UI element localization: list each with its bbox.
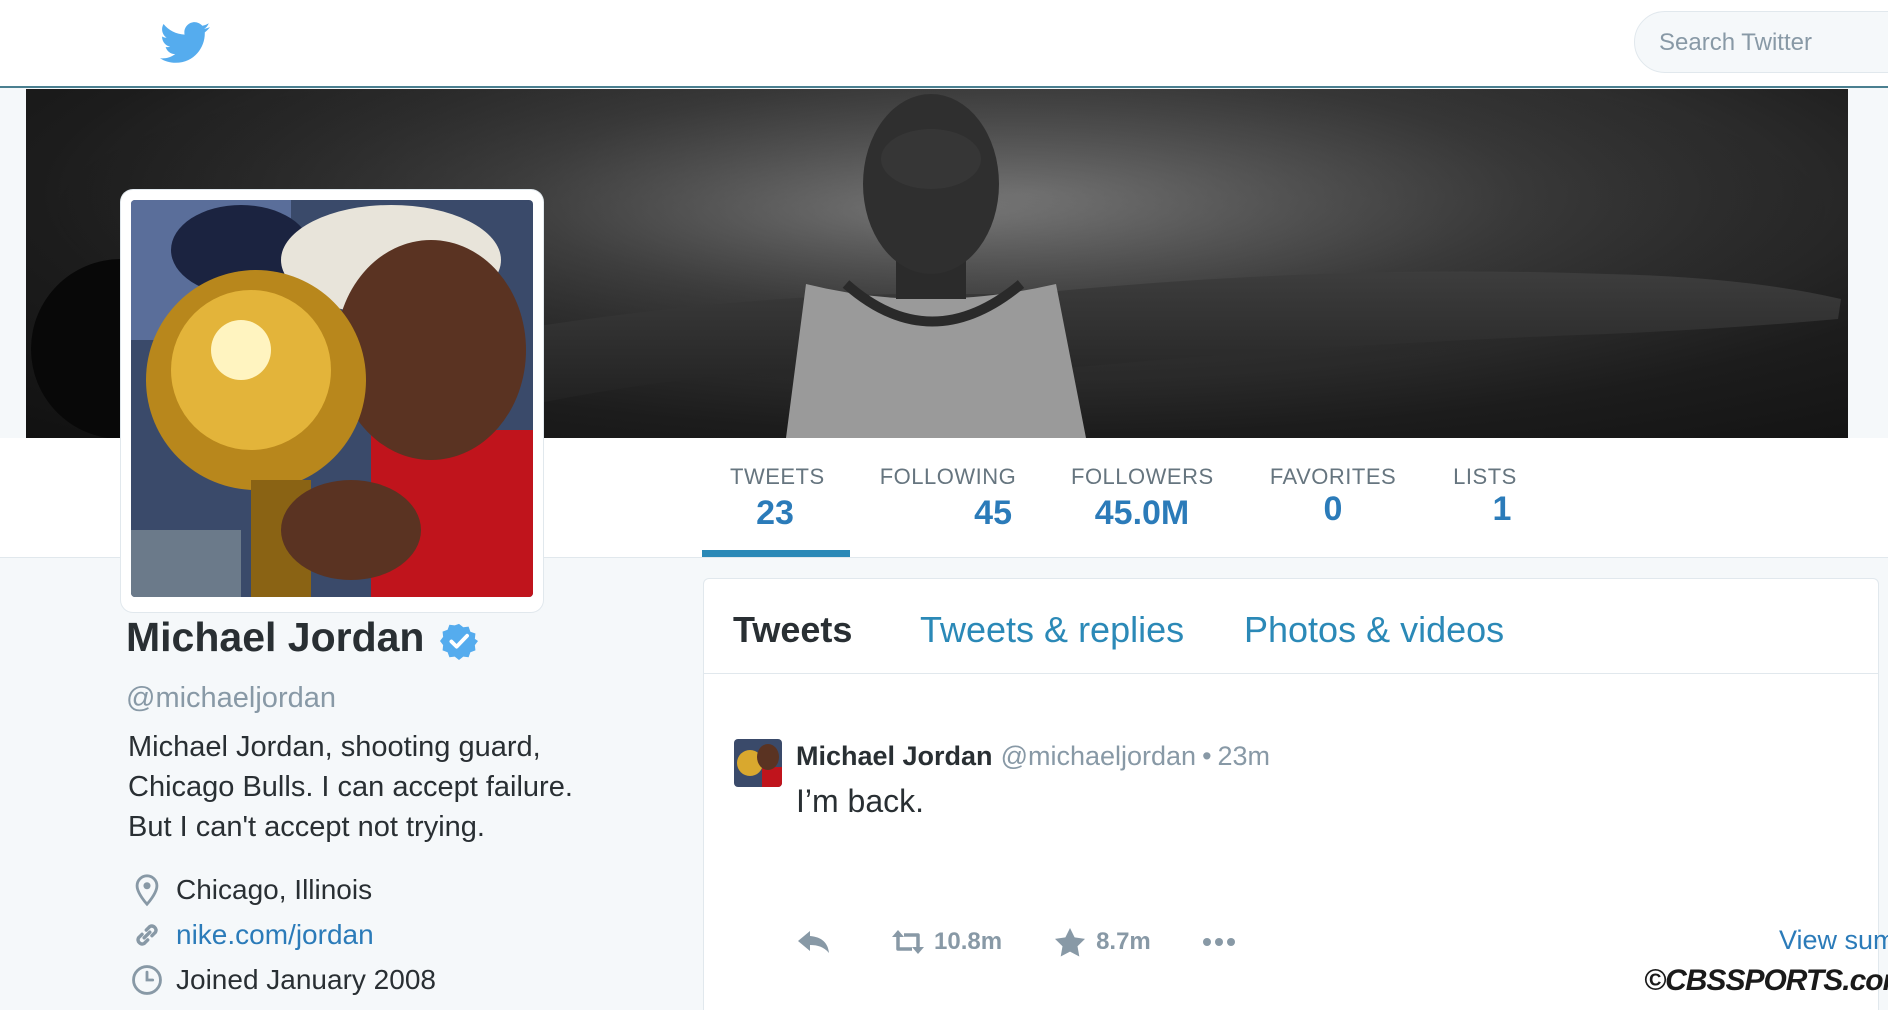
top-bar xyxy=(0,0,1888,88)
verified-badge-icon xyxy=(440,623,479,660)
timeline: Tweets Tweets & replies Photos & videos … xyxy=(703,578,1888,1010)
reply-icon xyxy=(798,931,829,953)
search-box[interactable] xyxy=(1634,11,1888,73)
stat-label: FOLLOWERS xyxy=(1071,464,1214,489)
profile-handle[interactable]: @michaeljordan xyxy=(126,682,336,715)
tweet-separator: • xyxy=(1202,741,1212,771)
tweet-avatar-image xyxy=(734,739,782,787)
stat-label: TWEETS xyxy=(730,464,825,489)
view-summary-link[interactable]: View summary xyxy=(1779,925,1888,956)
stat-tweets[interactable]: TWEETS 23 xyxy=(730,464,825,533)
profile-avatar-frame[interactable] xyxy=(121,190,543,612)
avatar xyxy=(131,200,533,597)
joined-text: Joined January 2008 xyxy=(176,964,436,995)
website-link[interactable]: nike.com/jordan xyxy=(176,919,374,951)
profile-name-row: Michael Jordan xyxy=(126,614,479,661)
stat-label: FOLLOWING xyxy=(879,464,1017,489)
location-text: Chicago, Illinois xyxy=(176,874,373,905)
stat-label: FAVORITES xyxy=(1269,464,1397,489)
reply-button[interactable] xyxy=(796,927,840,957)
tweet-author-name[interactable]: Michael Jordan xyxy=(796,741,993,772)
twitter-bird-icon[interactable] xyxy=(160,22,210,64)
favorite-button[interactable]: 8.7m xyxy=(1052,927,1151,957)
tweet-avatar[interactable] xyxy=(734,739,782,787)
tweet-actions: 10.8m 8.7m xyxy=(796,927,1295,957)
stat-lists[interactable]: LISTS 1 xyxy=(1450,464,1520,529)
tab-photos-videos[interactable]: Photos & videos xyxy=(1244,609,1504,651)
stat-value: 23 xyxy=(756,494,794,532)
tweet-text: I’m back. xyxy=(796,783,925,819)
retweet-icon xyxy=(892,930,924,954)
profile-bio: Michael Jordan, shooting guard, Chicago … xyxy=(128,727,648,847)
location-pin-icon xyxy=(135,874,159,907)
retweet-count: 10.8m xyxy=(934,928,1003,955)
stat-value: 1 xyxy=(1492,490,1512,528)
more-options-button[interactable] xyxy=(1201,927,1245,957)
tab-tweets[interactable]: Tweets xyxy=(733,609,852,651)
profile-name[interactable]: Michael Jordan xyxy=(126,614,424,661)
link-icon xyxy=(136,924,158,946)
stat-favorites[interactable]: FAVORITES 0 xyxy=(1269,464,1397,529)
tweet-header: Michael Jordan @michaeljordan • 23m xyxy=(796,741,1270,772)
more-dots-icon xyxy=(1202,938,1235,946)
search-input[interactable] xyxy=(1659,28,1888,58)
tab-tweets-replies[interactable]: Tweets & replies xyxy=(920,609,1184,651)
stat-following[interactable]: FOLLOWING 45 xyxy=(878,464,1018,533)
bio-line: Michael Jordan, shooting guard, xyxy=(128,731,541,763)
timeline-tabs: Tweets Tweets & replies Photos & videos xyxy=(704,579,1878,674)
profile-website[interactable]: nike.com/jordan xyxy=(130,918,374,952)
stat-value: 45 xyxy=(974,494,1012,532)
profile-joined: Joined January 2008 xyxy=(130,963,436,997)
stat-value: 45.0M xyxy=(1094,494,1190,532)
stat-label: LISTS xyxy=(1453,464,1517,489)
avatar-image xyxy=(131,200,533,597)
star-icon xyxy=(1055,928,1086,957)
retweet-button[interactable]: 10.8m xyxy=(890,927,1002,957)
bio-line: Chicago Bulls. I can accept failure. xyxy=(128,771,573,803)
tweet-author-handle[interactable]: @michaeljordan xyxy=(1001,741,1197,772)
profile-location: Chicago, Illinois xyxy=(130,873,372,907)
stat-followers[interactable]: FOLLOWERS 45.0M xyxy=(1071,464,1213,533)
tweet-timestamp[interactable]: 23m xyxy=(1218,741,1271,772)
stat-value: 0 xyxy=(1323,490,1343,528)
calendar-clock-icon xyxy=(132,965,162,995)
favorite-count: 8.7m xyxy=(1096,928,1151,955)
bio-line: But I can't accept not trying. xyxy=(128,811,485,843)
active-tab-indicator xyxy=(702,550,850,557)
cbssports-watermark: ©CBSSPORTS.com xyxy=(1644,964,1888,997)
